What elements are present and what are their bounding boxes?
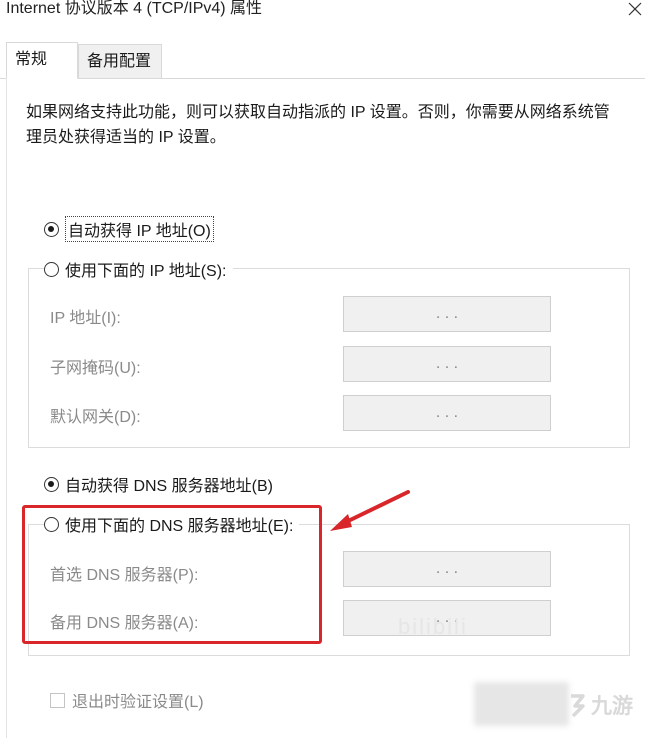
preferred-dns-field[interactable]: . . . <box>343 551 551 587</box>
tab-alternate-config[interactable]: 备用配置 <box>78 44 162 78</box>
close-button[interactable] <box>620 0 645 22</box>
validate-settings-checkbox[interactable] <box>50 692 65 708</box>
alternate-dns-label: 备用 DNS 服务器(A): <box>50 615 199 632</box>
preferred-dns-label: 首选 DNS 服务器(P): <box>50 567 199 584</box>
radio-auto-ip-label: 自动获得 IP 地址(O) <box>65 216 214 242</box>
highlight-arrow-icon <box>330 490 410 531</box>
radio-manual-dns-indicator[interactable] <box>44 516 59 532</box>
radio-auto-ip[interactable]: 自动获得 IP 地址(O) <box>44 216 214 242</box>
radio-manual-dns[interactable]: 使用下面的 DNS 服务器地址(E): <box>44 512 300 536</box>
bilibili-watermark: bilibili <box>398 614 468 639</box>
radio-auto-dns-indicator[interactable] <box>44 476 59 492</box>
radio-auto-dns[interactable]: 自动获得 DNS 服务器地址(B) <box>44 472 273 496</box>
panel-border <box>6 79 7 738</box>
subnet-mask-value: . . . <box>435 355 459 372</box>
validate-settings-row[interactable]: 退出时验证设置(L) <box>50 688 204 712</box>
validate-settings-label: 退出时验证设置(L) <box>72 694 204 711</box>
window-title: Internet 协议版本 4 (TCP/IPv4) 属性 <box>6 0 263 17</box>
jiuyou-logo-icon <box>571 694 585 718</box>
radio-manual-ip-label: 使用下面的 IP 地址(S): <box>65 263 227 280</box>
ip-address-label: IP 地址(I): <box>50 310 121 327</box>
radio-auto-dns-label: 自动获得 DNS 服务器地址(B) <box>65 478 274 495</box>
default-gateway-field[interactable]: . . . <box>343 395 551 431</box>
subnet-mask-field[interactable]: . . . <box>343 346 551 382</box>
ip-address-value: . . . <box>435 305 459 322</box>
default-gateway-value: . . . <box>435 404 459 421</box>
preferred-dns-value: . . . <box>435 560 459 577</box>
jiuyou-watermark: 九游 <box>565 690 633 720</box>
radio-manual-dns-label: 使用下面的 DNS 服务器地址(E): <box>65 518 294 535</box>
jiuyou-logo-text: 九游 <box>591 695 633 718</box>
close-icon <box>628 2 642 16</box>
ip-address-field[interactable]: . . . <box>343 296 551 332</box>
dns-groupbox <box>28 524 630 656</box>
subnet-mask-label: 子网掩码(U): <box>50 360 141 377</box>
advanced-button[interactable] <box>474 682 569 726</box>
default-gateway-label: 默认网关(D): <box>50 409 141 426</box>
radio-manual-ip[interactable]: 使用下面的 IP 地址(S): <box>44 257 233 281</box>
description-text: 如果网络支持此功能，则可以获取自动指派的 IP 设置。否则，你需要从网络系统管理… <box>26 104 610 146</box>
title-bar: Internet 协议版本 4 (TCP/IPv4) 属性 <box>0 0 645 26</box>
tab-general[interactable]: 常规 <box>6 42 78 79</box>
radio-manual-ip-indicator[interactable] <box>44 261 59 277</box>
radio-auto-ip-indicator[interactable] <box>44 221 59 237</box>
